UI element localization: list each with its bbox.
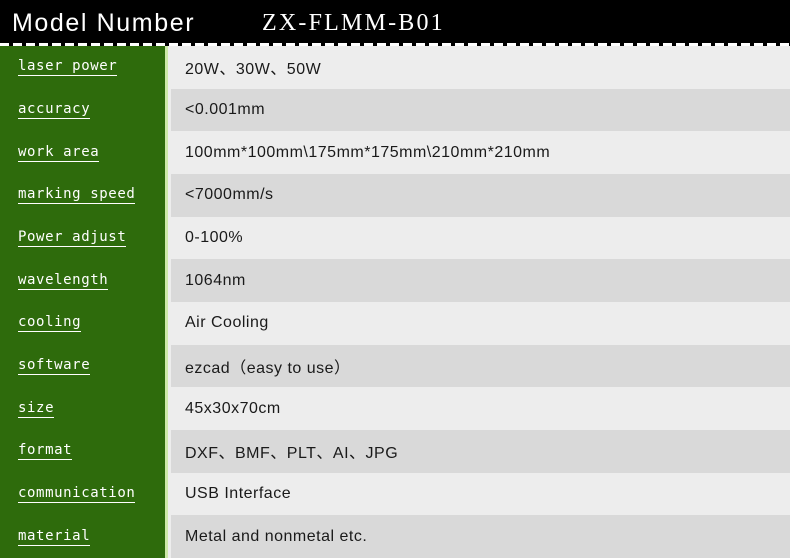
spec-label-cell: size [0, 400, 171, 418]
header-model-number: ZX-FLMM-B01 [262, 9, 445, 36]
table-row: wavelength 1064nm [0, 259, 790, 302]
spec-label-text: work area [18, 144, 100, 162]
spec-label-text: laser power [18, 58, 118, 77]
table-body: laser power 20W、30W、50W accuracy <0.001mm wo… [0, 46, 790, 558]
spec-label-cell: work area [0, 144, 171, 162]
spec-value-cell: Metal and nonmetal etc. [171, 515, 790, 558]
spec-label-cell: Power adjust [0, 229, 171, 247]
spec-label-cell: cooling [0, 314, 171, 333]
spec-label-text: Power adjust [18, 229, 127, 247]
spec-label-cell: accuracy [0, 101, 171, 120]
specification-table: Model Number ZX-FLMM-B01 laser power 20W、… [0, 0, 790, 558]
table-row: material Metal and nonmetal etc. [0, 515, 790, 558]
table-rows: laser power 20W、30W、50W accuracy <0.001mm wo… [0, 46, 790, 558]
spec-label-cell: software [0, 357, 171, 375]
spec-value-cell: 45x30x70cm [171, 387, 790, 430]
spec-label-cell: wavelength [0, 272, 171, 290]
spec-label-text: cooling [18, 314, 82, 333]
spec-value-cell: USB Interface [171, 472, 790, 516]
table-row: size 45x30x70cm [0, 387, 790, 430]
spec-label-cell: communication [0, 485, 171, 503]
spec-value-cell: <7000mm/s [171, 173, 790, 217]
spec-value-cell: DXF、BMF、PLT、AI、JPG [171, 429, 790, 473]
table-header: Model Number ZX-FLMM-B01 [0, 0, 790, 46]
spec-label-text: accuracy [18, 101, 91, 120]
spec-value-cell: 1064nm [171, 259, 790, 302]
spec-label-text: material [18, 528, 91, 546]
table-row: Power adjust 0-100% [0, 216, 790, 260]
table-row: work area 100mm*100mm\175mm*175mm\210mm*2… [0, 131, 790, 174]
table-row: marking speed <7000mm/s [0, 173, 790, 217]
spec-label-text: software [18, 357, 91, 375]
spec-value-cell: ezcad（easy to use） [171, 344, 790, 388]
table-row: communication USB Interface [0, 472, 790, 516]
spec-label-text: marking speed [18, 186, 136, 205]
table-row: format DXF、BMF、PLT、AI、JPG [0, 429, 790, 473]
spec-value-cell: 100mm*100mm\175mm*175mm\210mm*210mm [171, 131, 790, 174]
spec-label-text: communication [18, 485, 136, 503]
spec-label-text: format [18, 442, 73, 461]
table-row: software ezcad（easy to use） [0, 344, 790, 388]
spec-label-cell: format [0, 442, 171, 461]
spec-value-cell: Air Cooling [171, 301, 790, 345]
spec-label-cell: marking speed [0, 186, 171, 205]
table-row: laser power 20W、30W、50W [0, 46, 790, 89]
spec-value-cell: 20W、30W、50W [171, 46, 790, 89]
table-row: cooling Air Cooling [0, 301, 790, 345]
spec-label-cell: material [0, 528, 171, 546]
spec-label-text: size [18, 400, 55, 418]
spec-value-cell: 0-100% [171, 216, 790, 260]
header-title: Model Number [12, 8, 196, 37]
table-row: accuracy <0.001mm [0, 88, 790, 132]
spec-label-cell: laser power [0, 58, 171, 77]
spec-value-cell: <0.001mm [171, 88, 790, 132]
spec-label-text: wavelength [18, 272, 109, 290]
